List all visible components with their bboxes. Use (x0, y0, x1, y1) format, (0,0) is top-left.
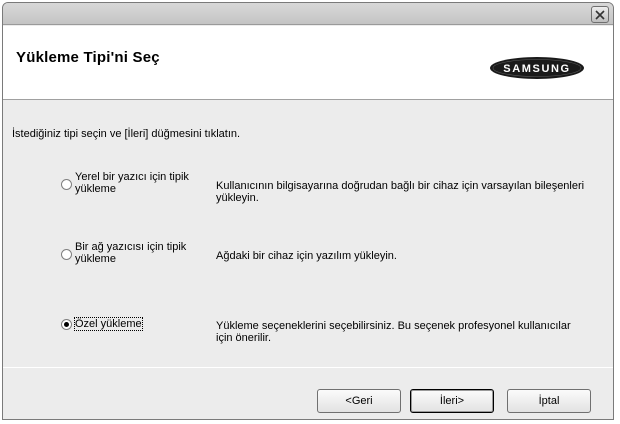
close-button[interactable] (591, 6, 609, 23)
option-custom[interactable]: Özel yükleme Yükleme seçeneklerini seçeb… (3, 315, 613, 355)
next-button[interactable]: İleri> (410, 389, 494, 413)
svg-text:SAMSUNG: SAMSUNG (503, 63, 570, 75)
radio-custom[interactable] (61, 319, 72, 330)
title-bar[interactable] (3, 3, 613, 25)
installer-window: Yükleme Tipi'ni Seç SAMSUNG İstediğiniz … (2, 2, 614, 420)
samsung-logo: SAMSUNG (490, 57, 584, 79)
footer-divider (3, 367, 613, 368)
option-label[interactable]: Bir ağ yazıcısı için tipik yükleme (75, 241, 205, 265)
instruction-text: İstediğiniz tipi seçin ve [İleri] düğmes… (12, 128, 241, 140)
option-network-typical[interactable]: Bir ağ yazıcısı için tipik yükleme Ağdak… (3, 239, 613, 279)
option-description: Kullanıcının bilgisayarına doğrudan bağl… (216, 180, 585, 204)
option-description: Yükleme seçeneklerini seçebilirsiniz. Bu… (216, 320, 571, 344)
option-local-typical[interactable]: Yerel bir yazıcı için tipik yükleme Kull… (3, 169, 613, 209)
radio-local-typical[interactable] (61, 179, 72, 190)
radio-network-typical[interactable] (61, 249, 72, 260)
header-panel: Yükleme Tipi'ni Seç SAMSUNG (3, 26, 613, 100)
option-label[interactable]: Özel yükleme (74, 317, 205, 331)
option-description: Ağdaki bir cihaz için yazılım yükleyin. (216, 250, 397, 262)
page-title: Yükleme Tipi'ni Seç (16, 49, 160, 66)
option-label[interactable]: Yerel bir yazıcı için tipik yükleme (75, 171, 205, 195)
close-icon (595, 9, 605, 20)
cancel-button[interactable]: İptal (507, 389, 591, 413)
back-button[interactable]: <Geri (317, 389, 401, 413)
